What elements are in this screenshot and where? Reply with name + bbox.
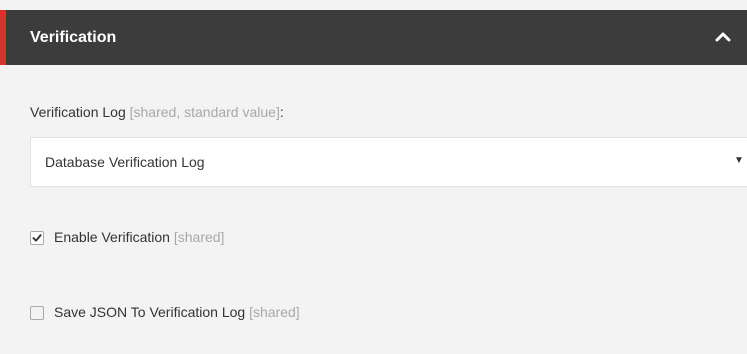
enable-verification-checkbox[interactable] [30, 231, 44, 245]
checkmark-icon [32, 234, 42, 242]
verification-log-selected-value: Database Verification Log [45, 154, 205, 170]
enable-verification-label: Enable Verification [54, 229, 170, 245]
verification-log-label-text: Verification Log [30, 104, 126, 120]
verification-log-hint: [shared, standard value] [129, 104, 280, 120]
chevron-up-icon [715, 32, 731, 42]
verification-log-colon: : [279, 104, 284, 120]
section-title: Verification [30, 29, 117, 46]
enable-verification-hint: [shared] [173, 229, 225, 245]
save-json-hint: [shared] [249, 304, 300, 320]
verification-panel: Verification Verification Log [shared, s… [0, 0, 747, 354]
save-json-label: Save JSON To Verification Log [54, 304, 246, 320]
verification-log-select[interactable]: Database Verification Log ▼ [30, 137, 747, 187]
caret-down-icon: ▼ [734, 155, 744, 166]
collapse-button[interactable] [709, 23, 737, 51]
save-json-text[interactable]: Save JSON To Verification Log [shared] [54, 304, 300, 320]
verification-log-label: Verification Log [shared, standard value… [30, 104, 284, 120]
save-json-checkbox[interactable] [30, 306, 44, 320]
section-header[interactable]: Verification [0, 10, 747, 65]
enable-verification-text[interactable]: Enable Verification [shared] [54, 229, 224, 245]
